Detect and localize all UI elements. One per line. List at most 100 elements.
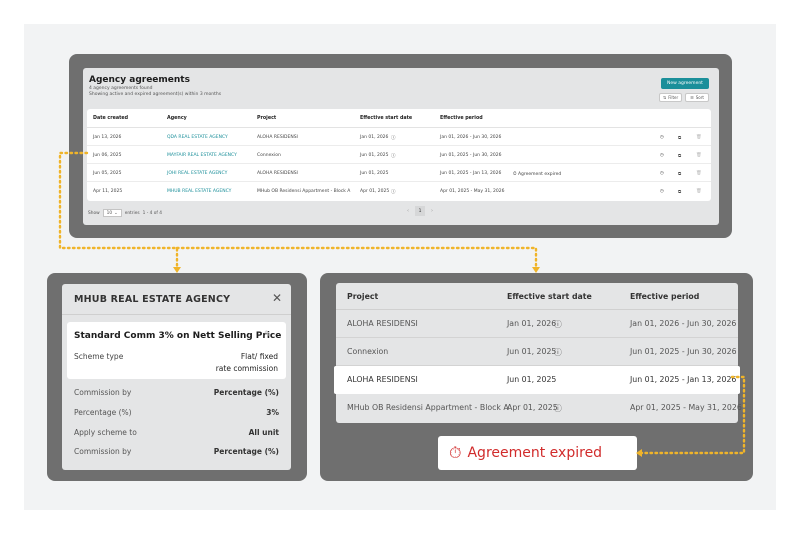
cell-start: Jun 01, 2025 <box>507 347 557 356</box>
col-effective-period[interactable]: Effective period <box>630 292 699 301</box>
copy-icon[interactable]: ⧉ <box>678 189 681 195</box>
cell-start: Apr 01, 2025 <box>360 188 390 194</box>
history-icon[interactable]: ◷ <box>660 189 664 194</box>
close-icon[interactable]: ✕ <box>272 291 282 305</box>
cell-period: Jan 01, 2026 - Jun 30, 2026 <box>630 319 737 328</box>
cell-period: Jun 01, 2025 - Jan 13, 2026 <box>630 375 737 384</box>
col-date-created[interactable]: Date created <box>93 116 128 121</box>
cell-project: MHub OB Residensi Appartment - Block A <box>347 403 509 412</box>
history-icon[interactable]: ◷ <box>660 135 664 140</box>
cell-project: ALOHA RESIDENSI <box>347 319 418 328</box>
table-header: Date created Agency Project Effective st… <box>87 109 711 128</box>
copy-icon[interactable]: ⧉ <box>678 135 681 141</box>
col-effective-start[interactable]: Effective start date <box>507 292 592 301</box>
cell-date: Jan 13, 2026 <box>93 134 122 140</box>
cell-start: Jan 01, 2026 <box>360 134 389 140</box>
results-note: Showing active and expired agreement(s) … <box>89 92 222 97</box>
cell-agency-link[interactable]: QDA REAL ESTATE AGENCY <box>167 135 228 140</box>
history-icon[interactable]: ◷ <box>660 153 664 158</box>
col-effective-start[interactable]: Effective start date <box>360 116 412 121</box>
history-icon[interactable]: ◷ <box>660 171 664 176</box>
scheme-type-label: Scheme type <box>74 352 124 361</box>
pagination-size: Show 10 ⌄ entries 1 - 4 of 4 <box>88 209 162 217</box>
expired-status-label: Agreement expired <box>517 171 562 177</box>
detail-field: Commission by Percentage (%) <box>74 447 279 456</box>
cell-project: ALOHA RESIDENSI <box>257 134 298 140</box>
cell-start: Jun 01, 2025 <box>507 375 557 384</box>
cell-period: Jun 01, 2025 - Jun 30, 2026 <box>440 152 502 158</box>
entries-range: 1 - 4 of 4 <box>142 210 162 216</box>
info-icon[interactable]: ⓘ <box>554 319 562 330</box>
expired-status: ⏱ Agreement expired <box>513 171 561 177</box>
agency-name: MHUB REAL ESTATE AGENCY <box>74 294 231 305</box>
cell-date: Jun 06, 2025 <box>93 152 122 158</box>
table-row[interactable]: Jun 06, 2025 MAYFAIR REAL ESTATE AGENCY … <box>87 146 711 164</box>
entries-label: entries <box>124 210 140 216</box>
sort-icon: ☰ <box>690 95 694 100</box>
detail-field: Percentage (%) 3% <box>74 408 279 417</box>
table-row[interactable]: Connexion Jun 01, 2025 ⓘ Jun 01, 2025 - … <box>336 338 738 366</box>
filter-label: Filter <box>668 95 679 100</box>
pagination: ‹ 1 › <box>407 206 433 216</box>
col-effective-period[interactable]: Effective period <box>440 116 483 121</box>
show-label: Show <box>88 210 100 216</box>
info-icon[interactable]: ⓘ <box>391 153 396 159</box>
info-icon[interactable]: ⓘ <box>554 347 562 358</box>
delete-icon[interactable]: 🗑 <box>696 153 702 158</box>
divider <box>62 314 291 315</box>
filter-button[interactable]: ⇅ Filter <box>659 93 682 102</box>
table-row[interactable]: MHub OB Residensi Appartment - Block A A… <box>336 394 742 422</box>
agreement-expired-callout: ⏱ Agreement expired <box>438 436 637 470</box>
page-number[interactable]: 1 <box>415 206 425 216</box>
copy-icon[interactable]: ⧉ <box>678 171 681 177</box>
info-icon[interactable]: ⓘ <box>391 189 396 195</box>
agency-agreements-card: Agency agreements 4 agency agreements fo… <box>83 68 719 225</box>
info-icon[interactable]: ⓘ <box>391 135 396 141</box>
prev-page-icon[interactable]: ‹ <box>407 208 409 214</box>
results-count: 4 agency agreements found <box>89 86 153 91</box>
entries-select[interactable]: 10 ⌄ <box>102 209 122 217</box>
cell-agency-link[interactable]: MAYFAIR REAL ESTATE AGENCY <box>167 153 237 158</box>
table-row[interactable]: Jan 13, 2026 QDA REAL ESTATE AGENCY ALOH… <box>87 128 711 146</box>
sort-label: Sort <box>695 95 704 100</box>
delete-icon[interactable]: 🗑 <box>696 171 702 176</box>
scheme-card: Standard Comm 3% on Nett Selling Price ✎… <box>67 322 286 379</box>
next-page-icon[interactable]: › <box>431 208 433 214</box>
cell-period: Jun 01, 2025 - Jun 30, 2026 <box>630 347 737 356</box>
expired-label: Agreement expired <box>467 445 603 461</box>
edit-pencil-icon[interactable]: ✎ <box>264 330 272 340</box>
copy-icon[interactable]: ⧉ <box>678 153 681 159</box>
cell-agency-link[interactable]: MHUB REAL ESTATE AGENCY <box>167 189 231 194</box>
cell-start: Apr 01, 2025 <box>507 403 558 412</box>
col-project[interactable]: Project <box>257 116 276 121</box>
cell-period: Apr 01, 2025 - May 31, 2026 <box>630 403 742 412</box>
cell-date: Jun 05, 2025 <box>93 170 122 176</box>
col-agency[interactable]: Agency <box>167 116 187 121</box>
stopwatch-icon: ⏱ <box>513 171 517 177</box>
cell-project: Connexion <box>347 347 389 356</box>
page-title: Agency agreements <box>89 75 190 85</box>
cell-start: Jan 01, 2026 <box>507 319 557 328</box>
table-row[interactable]: Jun 05, 2025 JOHI REAL ESTATE AGENCY ALO… <box>87 164 711 182</box>
scheme-type-value-line2: rate commission <box>215 364 278 373</box>
entries-value: 10 <box>106 210 113 216</box>
cell-agency-link[interactable]: JOHI REAL ESTATE AGENCY <box>167 171 227 176</box>
info-icon[interactable]: ⓘ <box>554 403 562 414</box>
table-row-highlighted[interactable]: ALOHA RESIDENSI Jun 01, 2025 Jun 01, 202… <box>334 366 740 394</box>
sort-button[interactable]: ☰ Sort <box>685 93 709 102</box>
cell-project: ALOHA RESIDENSI <box>347 375 418 384</box>
delete-icon[interactable]: 🗑 <box>696 189 702 194</box>
scheme-title: Standard Comm 3% on Nett Selling Price <box>74 331 282 341</box>
col-project[interactable]: Project <box>347 292 378 301</box>
agreements-table: Date created Agency Project Effective st… <box>87 109 711 201</box>
stopwatch-icon: ⏱ <box>449 443 462 462</box>
cell-period: Jun 01, 2025 - Jan 13, 2026 <box>440 170 502 176</box>
zoomed-table-card: Project Effective start date Effective p… <box>334 283 742 423</box>
delete-icon[interactable]: 🗑 <box>696 135 702 140</box>
new-agreement-button[interactable]: New agreement <box>661 78 709 89</box>
table-row[interactable]: ALOHA RESIDENSI Jan 01, 2026 ⓘ Jan 01, 2… <box>336 310 738 338</box>
cell-date: Apr 11, 2025 <box>93 188 123 194</box>
cell-project: Connexion <box>257 152 281 158</box>
chevron-down-icon: ⌄ <box>114 210 118 216</box>
table-row[interactable]: Apr 11, 2025 MHUB REAL ESTATE AGENCY MHu… <box>87 182 711 200</box>
